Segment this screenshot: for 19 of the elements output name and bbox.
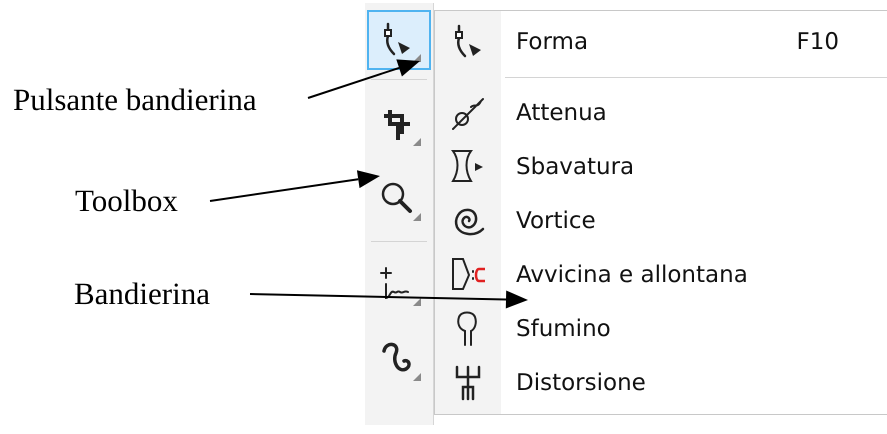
menu-item-label: Vortice xyxy=(515,208,597,234)
callout-label: Bandierina xyxy=(74,276,210,312)
menu-item-label: Distorsione xyxy=(515,370,647,396)
flyout-menu-item[interactable]: Forma F10 xyxy=(435,15,887,69)
flyout-menu-item[interactable]: Distorsione xyxy=(435,356,887,410)
flyout-menu-item[interactable]: Avvicina e allontana xyxy=(435,248,887,302)
shortcut-key: F10 xyxy=(796,29,839,55)
menu-item-label: Attenua xyxy=(515,100,608,126)
flyout-menu-item[interactable]: Vortice xyxy=(435,194,887,248)
flyout-menu-item[interactable]: Sbavatura xyxy=(435,140,887,194)
callout-label: Pulsante bandierina xyxy=(13,82,257,118)
flyout-menu-item[interactable]: Attenua xyxy=(435,86,887,140)
flyout-menu-item[interactable]: Sfumino xyxy=(435,302,887,356)
tool-button[interactable] xyxy=(367,10,431,70)
menu-item-label: Forma xyxy=(515,29,590,55)
menu-item-label: Sbavatura xyxy=(515,154,636,180)
menu-item-label: Avvicina e allontana xyxy=(515,262,749,288)
callout-label: Toolbox xyxy=(75,183,178,219)
menu-item-label: Sfumino xyxy=(515,316,612,342)
